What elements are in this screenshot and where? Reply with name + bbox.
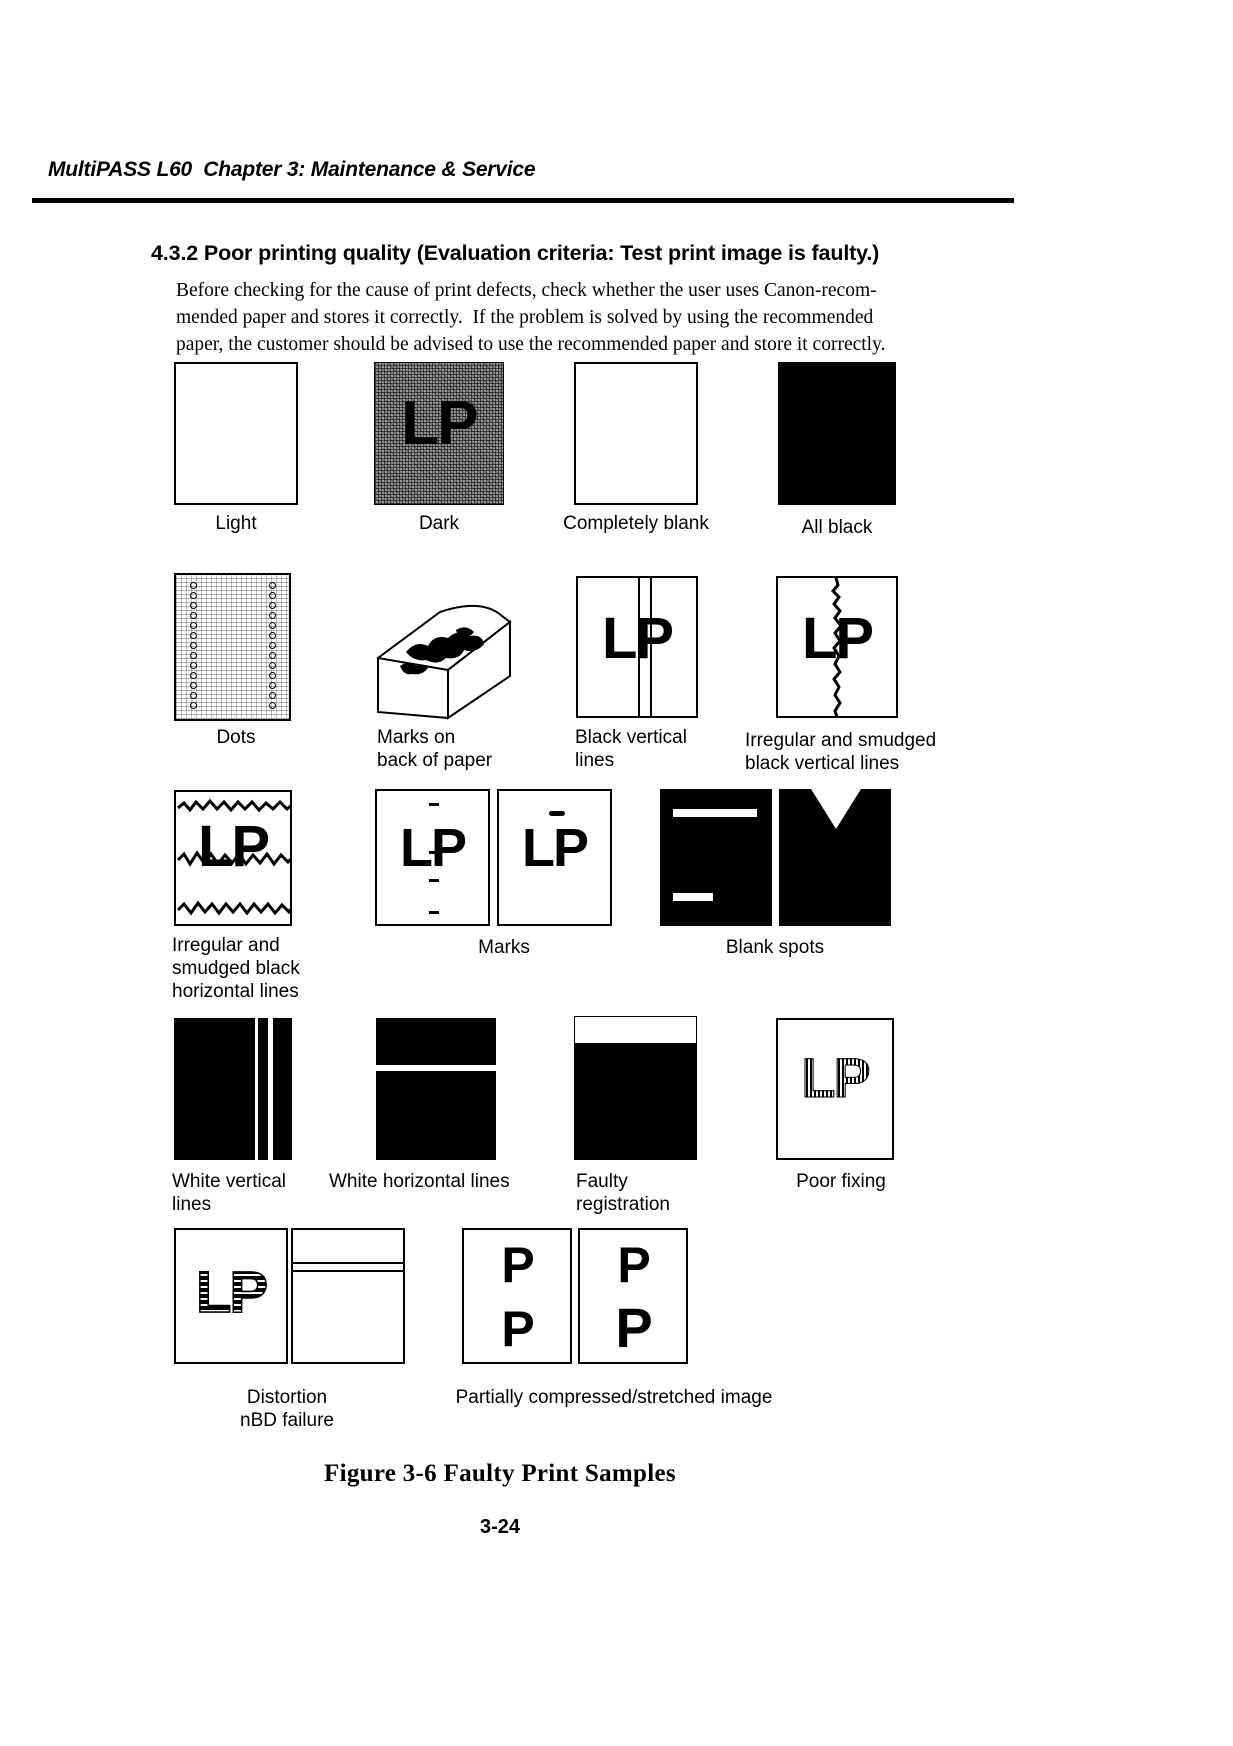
sample-lp-glyph: LP [176,1263,286,1323]
running-header: MultiPASS L60 Chapter 3: Maintenance & S… [48,158,536,181]
body-line-2: mended paper and stores it correctly. If… [176,307,874,328]
sample-white-vertical-lines [174,1018,292,1160]
label-distortion-nbd-failure: Distortion nBD failure [240,1387,334,1431]
page-number: 3-24 [479,1516,521,1538]
sample-distortion: LP [174,1228,288,1364]
body-line-1: Before checking for the cause of print d… [176,280,877,301]
label-poor-fixing: Poor fixing [796,1171,886,1192]
white-line-b [268,1018,273,1160]
dot-noise-fill [176,575,289,719]
label-dark: Dark [418,513,460,534]
white-line-a [255,1018,258,1160]
sample-irregular-smudged-vertical: LP [776,576,898,718]
sample-compressed-image: P P [462,1228,572,1364]
label-faulty-registration: Faulty registration [576,1171,670,1215]
mark-speck [429,911,439,914]
sample-dots [174,573,291,721]
compressed-glyph-top: P [501,1237,534,1293]
sample-blank-spots-b [779,789,891,926]
sample-stretched-image: P P [578,1228,688,1364]
sample-marks-on-back [376,604,512,720]
smudge-vertical-squiggle [830,578,843,716]
stretched-glyph-top: P [617,1237,650,1293]
label-white-horizontal-lines: White horizontal lines [329,1171,510,1192]
sample-lp-glyph: LP [778,1049,892,1106]
label-irregular-smudged-horizontal: Irregular and smudged black horizontal l… [172,935,300,1002]
label-irregular-smudged-vertical: Irregular and smudged black vertical lin… [745,730,937,774]
body-line-3: paper, the customer should be advised to… [176,334,886,355]
sample-blank-spots-a [660,789,772,926]
registration-offset-block [575,1043,696,1159]
label-black-vertical-lines: Black vertical lines [575,727,687,771]
sample-lp-glyph: LP [401,389,478,458]
stretched-glyph-bottom: P [615,1296,652,1359]
sample-black-vertical-lines: LP [576,576,698,718]
label-blank-spots: Blank spots [725,937,825,958]
halftone-fill [375,363,503,504]
section-body: Before checking for the cause of print d… [176,277,976,358]
sample-all-black [778,362,896,505]
sample-lp-glyph: LP [601,606,674,671]
blank-spot-streak [673,893,713,901]
sample-light [174,362,298,505]
blank-spot-streak [673,809,757,817]
label-completely-blank: Completely blank [563,513,709,534]
sample-lp-glyph: LP [399,818,467,878]
figure-caption: Figure 3-6 Faulty Print Samples [324,1460,676,1487]
header-rule [32,198,1014,203]
compressed-glyph-bottom: P [501,1301,534,1357]
sample-nbd-failure [291,1228,405,1364]
sample-marks-b: LP [497,789,612,926]
white-line-horizontal [376,1065,496,1071]
label-dots: Dots [216,727,256,748]
black-line-a [638,578,640,716]
mark-speck [429,851,439,854]
sample-lp-glyph: LP [521,818,589,878]
sample-white-horizontal-lines [376,1018,496,1160]
mark-speck [549,811,565,816]
label-light: Light [215,513,257,534]
section-heading: 4.3.2 Poor printing quality (Evaluation … [151,241,880,265]
dot-column-left [186,579,200,715]
sample-lp-glyph: LP [801,606,874,671]
nbd-band-line-a [293,1262,403,1264]
sample-completely-blank [574,362,698,505]
sample-marks-a: LP [375,789,490,926]
label-partially-compressed-stretched: Partially compressed/stretched image [455,1387,773,1408]
sample-faulty-registration [574,1016,697,1160]
sample-irregular-smudged-horizontal: LP [174,790,292,926]
sample-dark: LP [374,362,504,505]
sample-lp-glyph: LP [197,814,270,879]
mark-speck [429,879,439,882]
dot-column-right [265,579,279,715]
black-line-b [650,578,652,716]
label-white-vertical-lines: White vertical lines [172,1171,287,1215]
blank-spot-wedge [811,789,861,829]
document-page: MultiPASS L60 Chapter 3: Maintenance & S… [0,0,1233,1746]
label-marks-on-back: Marks on back of paper [377,727,493,771]
label-all-black: All black [801,517,873,538]
label-marks: Marks [478,937,530,958]
nbd-band-line-b [293,1270,403,1272]
sample-poor-fixing: LP [776,1018,894,1160]
smudge-horizontal-squiggles [176,798,290,916]
mark-speck [429,803,439,806]
